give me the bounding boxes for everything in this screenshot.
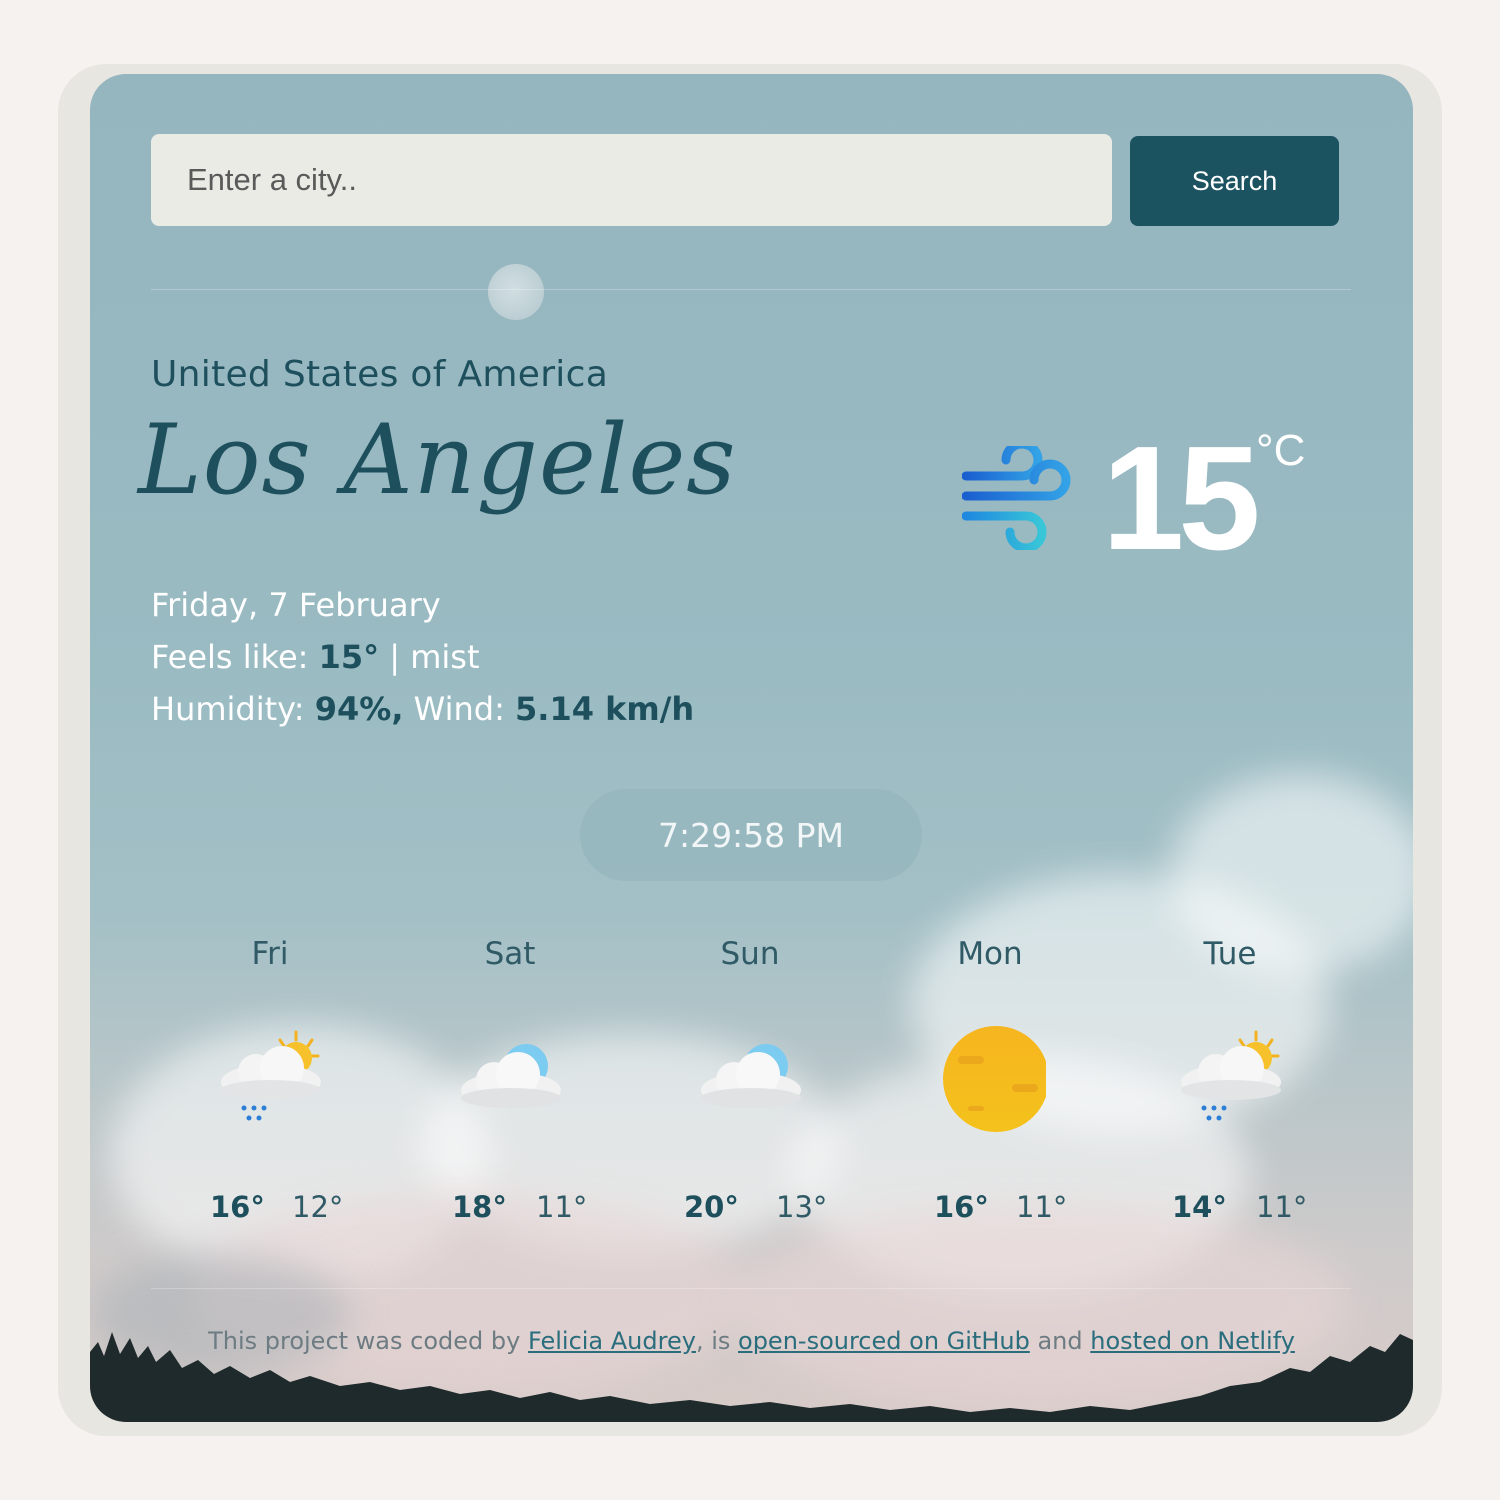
forecast-low: 13° <box>776 1190 828 1224</box>
country-name: United States of America <box>151 354 609 395</box>
moon-icon <box>488 264 544 320</box>
temperature-unit[interactable]: °C <box>1256 426 1305 476</box>
cloud-icon <box>461 1044 561 1108</box>
rain-sun-icon <box>1181 1030 1281 1121</box>
forecast-day-name: Mon <box>957 936 1023 972</box>
footer: This project was coded by Felicia Audrey… <box>90 1327 1413 1355</box>
forecast: Fri 16° 12° Sat 18° 11° Sun 20° 13° Mon … <box>90 934 1413 1234</box>
humidity-value: 94%, <box>314 690 404 728</box>
forecast-low: 12° <box>292 1190 344 1224</box>
forecast-high: 16° <box>210 1190 265 1224</box>
footer-text: This project was coded by <box>208 1327 521 1355</box>
wind-label: Wind: <box>413 690 505 728</box>
divider <box>151 289 1351 290</box>
github-link[interactable]: open-sourced on GitHub <box>738 1327 1030 1355</box>
cloud-icon <box>701 1044 801 1108</box>
current-temperature: 15 <box>1102 416 1261 581</box>
forecast-day-name: Tue <box>1203 936 1257 972</box>
weather-details: Friday, 7 February Feels like: 15° | mis… <box>151 579 694 735</box>
forecast-low: 11° <box>536 1190 588 1224</box>
feels-like-label: Feels like: <box>151 638 309 676</box>
separator: | <box>389 638 401 676</box>
netlify-link[interactable]: hosted on Netlify <box>1090 1327 1295 1355</box>
author-link[interactable]: Felicia Audrey <box>528 1327 696 1355</box>
current-date: Friday, 7 February <box>151 586 441 624</box>
forecast-day-name: Sat <box>484 936 536 972</box>
forecast-high: 16° <box>934 1190 989 1224</box>
feels-like-value: 15° <box>318 638 380 676</box>
search-button[interactable]: Search <box>1130 136 1339 226</box>
forecast-high: 20° <box>684 1190 739 1224</box>
city-name: Los Angeles <box>138 404 737 516</box>
forecast-high: 18° <box>452 1190 507 1224</box>
weather-app: Search United States of America Los Ange… <box>90 74 1413 1422</box>
current-time: 7:29:58 PM <box>580 789 922 881</box>
humidity-label: Humidity: <box>151 690 305 728</box>
search-input[interactable] <box>151 134 1112 226</box>
forecast-high: 14° <box>1172 1190 1227 1224</box>
forecast-low: 11° <box>1016 1190 1068 1224</box>
weather-description: mist <box>410 638 480 676</box>
wind-icon <box>962 446 1071 550</box>
forecast-day-name: Fri <box>251 936 289 972</box>
rain-sun-icon <box>221 1030 321 1121</box>
footer-text: , is <box>695 1327 731 1355</box>
forecast-day-name: Sun <box>720 936 780 972</box>
wind-value: 5.14 km/h <box>515 690 695 728</box>
footer-text: and <box>1037 1327 1083 1355</box>
sun-icon <box>943 1026 1046 1132</box>
divider <box>151 1288 1351 1289</box>
feels-like-row: Feels like: 15° | mist <box>151 631 694 683</box>
humidity-wind-row: Humidity: 94%, Wind: 5.14 km/h <box>151 683 694 735</box>
forecast-low: 11° <box>1256 1190 1308 1224</box>
